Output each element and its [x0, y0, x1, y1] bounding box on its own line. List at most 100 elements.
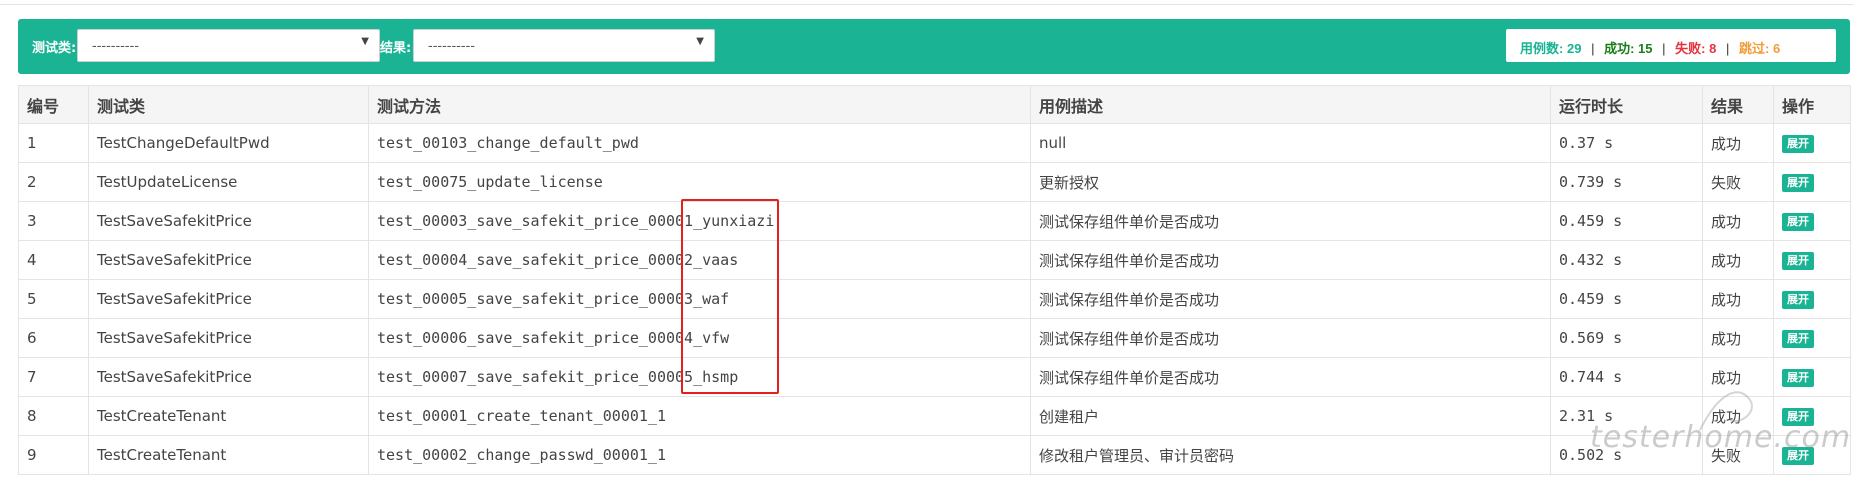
column-header-duration: 运行时长	[1550, 85, 1703, 124]
cell-test-method: test_00075_update_license	[368, 162, 1031, 202]
table-row: 3 TestSaveSafekitPrice test_00003_save_saf…	[18, 201, 1851, 241]
top-divider	[0, 4, 1854, 5]
result-select-value: ----------	[428, 39, 475, 54]
fail-count-value: 8	[1709, 41, 1717, 56]
skip-count-label: 跳过:	[1739, 41, 1770, 56]
cell-id: 7	[18, 357, 89, 397]
cell-id: 5	[18, 279, 89, 319]
cell-description: 测试保存组件单价是否成功	[1030, 357, 1551, 397]
cell-action: 展开	[1773, 279, 1851, 319]
cell-test-method: test_00007_save_safekit_price_00005_hsmp	[368, 357, 1031, 397]
cell-action: 展开	[1773, 201, 1851, 241]
expand-button[interactable]: 展开	[1782, 135, 1814, 153]
expand-button[interactable]: 展开	[1782, 213, 1814, 231]
expand-button[interactable]: 展开	[1782, 447, 1814, 465]
pass-count-label: 成功:	[1604, 41, 1635, 56]
cell-id: 9	[18, 435, 89, 475]
column-header-method: 测试方法	[368, 85, 1031, 124]
cell-duration: 0.744 s	[1550, 357, 1703, 397]
table-row: 6 TestSaveSafekitPrice test_00006_save_saf…	[18, 318, 1851, 358]
cell-duration: 0.739 s	[1550, 162, 1703, 202]
table-row: 5 TestSaveSafekitPrice test_00005_save_saf…	[18, 279, 1851, 319]
chevron-down-icon: ▼	[361, 36, 369, 47]
column-header-description: 用例描述	[1030, 85, 1551, 124]
table-row: 7 TestSaveSafekitPrice test_00007_save_saf…	[18, 357, 1851, 397]
test-class-label: 测试类:	[32, 41, 77, 56]
cell-test-method: test_00005_save_safekit_price_00003_waf	[368, 279, 1031, 319]
cell-action: 展开	[1773, 162, 1851, 202]
expand-button[interactable]: 展开	[1782, 330, 1814, 348]
result-label: 结果:	[380, 41, 412, 56]
cell-action: 展开	[1773, 435, 1851, 475]
table-row: 2 TestUpdateLicense test_00075_update_lice…	[18, 162, 1851, 202]
chevron-down-icon: ▼	[696, 36, 704, 47]
table-header-row: 编号 测试类 测试方法 用例描述 运行时长 结果 操作	[18, 85, 1851, 124]
cell-result: 成功	[1702, 396, 1774, 436]
cell-description: null	[1030, 123, 1551, 163]
cell-test-method: test_00004_save_safekit_price_00002_vaas	[368, 240, 1031, 280]
cell-description: 修改租户管理员、审计员密码	[1030, 435, 1551, 475]
cell-result: 成功	[1702, 123, 1774, 163]
cell-duration: 0.502 s	[1550, 435, 1703, 475]
cell-description: 测试保存组件单价是否成功	[1030, 279, 1551, 319]
cell-test-class: TestChangeDefaultPwd	[88, 123, 369, 163]
cell-id: 6	[18, 318, 89, 358]
results-table: 编号 测试类 测试方法 用例描述 运行时长 结果 操作 1 TestChangeD…	[18, 85, 1851, 475]
total-count-value: 29	[1566, 41, 1582, 56]
cell-action: 展开	[1773, 240, 1851, 280]
cell-duration: 0.37 s	[1550, 123, 1703, 163]
filter-bar: 测试类: ---------- ▼ 结果: ---------- ▼ 用例数: …	[18, 19, 1850, 74]
fail-count-label: 失败:	[1675, 41, 1706, 56]
cell-test-method: test_00103_change_default_pwd	[368, 123, 1031, 163]
cell-test-method: test_00006_save_safekit_price_00004_vfw	[368, 318, 1031, 358]
cell-result: 失败	[1702, 162, 1774, 202]
cell-id: 1	[18, 123, 89, 163]
expand-button[interactable]: 展开	[1782, 252, 1814, 270]
table-row: 9 TestCreateTenant test_00002_change_passw…	[18, 435, 1851, 475]
separator: |	[1662, 41, 1666, 56]
cell-description: 测试保存组件单价是否成功	[1030, 240, 1551, 280]
cell-description: 测试保存组件单价是否成功	[1030, 318, 1551, 358]
cell-duration: 0.432 s	[1550, 240, 1703, 280]
column-header-action: 操作	[1773, 85, 1851, 124]
cell-duration: 0.459 s	[1550, 279, 1703, 319]
result-select[interactable]: ---------- ▼	[413, 29, 715, 62]
cell-description: 创建租户	[1030, 396, 1551, 436]
column-header-class: 测试类	[88, 85, 369, 124]
test-class-select[interactable]: ---------- ▼	[77, 29, 380, 62]
cell-result: 成功	[1702, 357, 1774, 397]
cell-result: 失败	[1702, 435, 1774, 475]
cell-duration: 0.459 s	[1550, 201, 1703, 241]
cell-duration: 2.31 s	[1550, 396, 1703, 436]
cell-test-class: TestCreateTenant	[88, 435, 369, 475]
cell-test-method: test_00003_save_safekit_price_00001_yunx…	[368, 201, 1031, 241]
cell-result: 成功	[1702, 201, 1774, 241]
pass-count-value: 15	[1638, 41, 1653, 56]
cell-test-class: TestSaveSafekitPrice	[88, 279, 369, 319]
expand-button[interactable]: 展开	[1782, 174, 1814, 192]
cell-test-method: test_00002_change_passwd_00001_1	[368, 435, 1031, 475]
cell-result: 成功	[1702, 240, 1774, 280]
table-row: 4 TestSaveSafekitPrice test_00004_save_saf…	[18, 240, 1851, 280]
cell-test-class: TestSaveSafekitPrice	[88, 201, 369, 241]
expand-button[interactable]: 展开	[1782, 291, 1814, 309]
separator: |	[1591, 41, 1595, 56]
expand-button[interactable]: 展开	[1782, 408, 1814, 426]
table-body: 1 TestChangeDefaultPwd test_00103_change_d…	[18, 123, 1851, 475]
cell-result: 成功	[1702, 279, 1774, 319]
cell-id: 2	[18, 162, 89, 202]
cell-action: 展开	[1773, 318, 1851, 358]
cell-id: 4	[18, 240, 89, 280]
table-row: 1 TestChangeDefaultPwd test_00103_change_d…	[18, 123, 1851, 163]
cell-test-class: TestSaveSafekitPrice	[88, 318, 369, 358]
cell-description: 测试保存组件单价是否成功	[1030, 201, 1551, 241]
expand-button[interactable]: 展开	[1782, 369, 1814, 387]
separator: |	[1725, 41, 1730, 56]
cell-action: 展开	[1773, 396, 1851, 436]
cell-test-class: TestSaveSafekitPrice	[88, 240, 369, 280]
cell-id: 8	[18, 396, 89, 436]
total-count-label: 用例数:	[1520, 41, 1564, 56]
cell-description: 更新授权	[1030, 162, 1551, 202]
test-class-select-value: ----------	[92, 39, 139, 54]
column-header-id: 编号	[18, 85, 89, 124]
